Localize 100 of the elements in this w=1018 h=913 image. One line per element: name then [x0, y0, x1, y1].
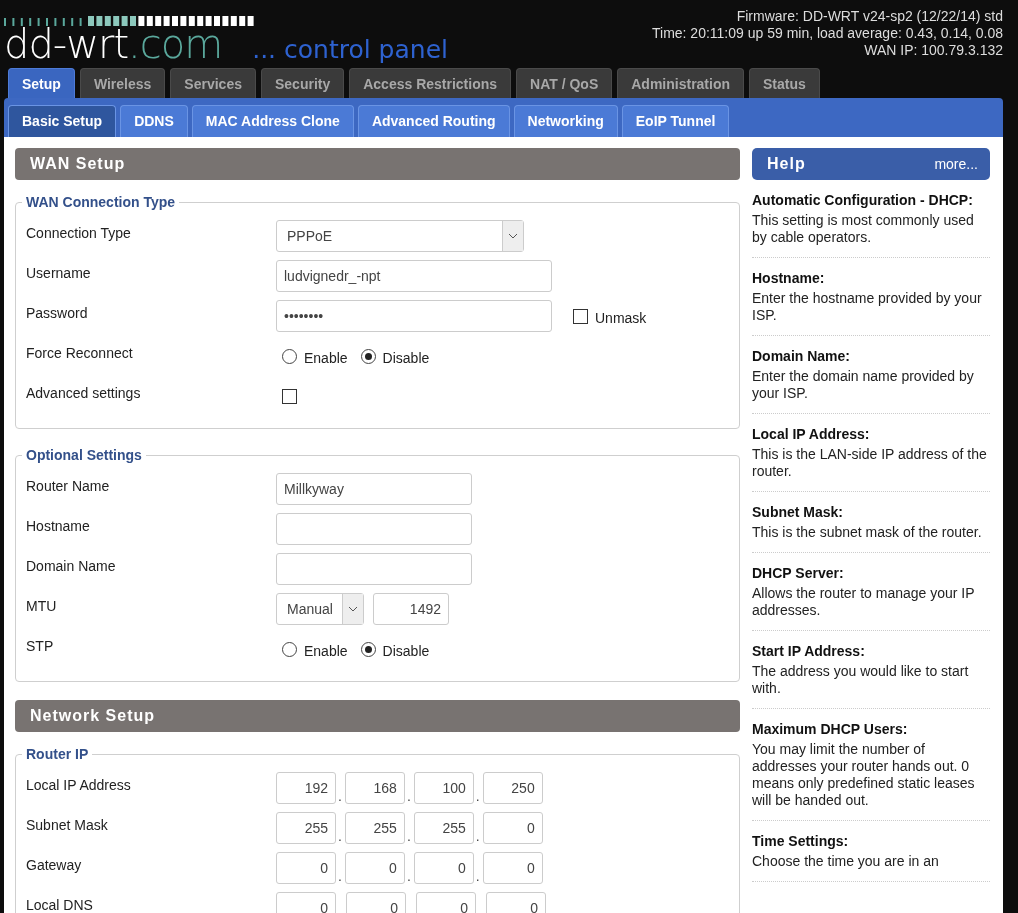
status-info: Time: 20:11:09 up 59 min, load average: 0.43, 0.14, 0.08: [652, 25, 1003, 42]
help-topic-title: DHCP Server:: [752, 565, 845, 581]
nav-tab[interactable]: NAT / QoS: [516, 68, 613, 98]
checkbox-label: Unmask: [595, 310, 647, 326]
ip-octet-field[interactable]: 0: [482, 852, 543, 884]
radio-button[interactable]: [360, 641, 376, 657]
ip-octet-field[interactable]: 0: [276, 892, 336, 913]
nav-tab[interactable]: Services: [170, 68, 256, 98]
ip-octet-field[interactable]: 255: [413, 812, 474, 844]
field-label: Local IP Address: [26, 777, 132, 793]
help-topic-text: The address you would like to start with.: [752, 663, 970, 697]
nav-tab[interactable]: Security: [260, 68, 345, 98]
help-topic-title: Domain Name:: [752, 348, 852, 364]
group-legend: Router IP: [22, 746, 93, 762]
radio-label: Disable: [382, 643, 430, 659]
ip-octet-field[interactable]: 168: [344, 772, 405, 804]
field-label: Gateway: [26, 857, 83, 873]
nav-tab[interactable]: Status: [749, 68, 820, 98]
dot-separator: .: [338, 828, 342, 844]
tagline: ... control panel: [252, 34, 448, 66]
dot-separator: .: [475, 828, 480, 844]
ip-octet-field[interactable]: 250: [482, 772, 543, 804]
ip-octet-field[interactable]: 192: [276, 772, 336, 804]
ip-octet-field[interactable]: 100: [413, 772, 474, 804]
field-label: Force Reconnect: [26, 345, 134, 361]
section-header: WAN Setup: [15, 148, 740, 180]
radio-label: Enable: [304, 643, 348, 659]
radio-button[interactable]: [282, 641, 297, 657]
group-legend: Optional Settings: [22, 447, 146, 463]
help-topic-title: Maximum DHCP Users:: [752, 721, 909, 737]
dot-separator: .: [338, 868, 342, 884]
radio-button[interactable]: [360, 348, 376, 364]
input-field[interactable]: Millkyway: [276, 473, 472, 505]
field-label: Username: [26, 265, 92, 281]
help-topic-title: Automatic Configuration - DHCP:: [752, 192, 974, 208]
more-link[interactable]: more...: [934, 156, 978, 172]
dot-separator: .: [406, 788, 411, 804]
dot-separator: .: [475, 868, 480, 884]
checkbox[interactable]: [282, 388, 297, 404]
help-topic-text: Enter the hostname provided by your ISP.: [752, 290, 983, 324]
field-label: Local DNS: [26, 897, 94, 913]
field-label: Router Name: [26, 478, 111, 494]
checkbox[interactable]: [573, 308, 588, 324]
sub-tab[interactable]: DDNS: [120, 105, 188, 137]
ip-octet-field[interactable]: 255: [276, 812, 336, 844]
nav-tab[interactable]: Setup: [8, 68, 75, 98]
help-topic-title: Local IP Address:: [752, 426, 871, 442]
logo: dd-wrt.com: [4, 22, 223, 66]
ip-octet-field[interactable]: 0: [344, 852, 405, 884]
field-label: Hostname: [26, 518, 91, 534]
dot-separator: .: [406, 828, 411, 844]
field-label: Advanced settings: [26, 385, 142, 401]
ip-octet-field[interactable]: 0: [482, 812, 543, 844]
help-topic-text: You may limit the number of addresses your router hands out. 0 means only predefined static leases will be handed out.: [752, 741, 976, 809]
caret-icon: [502, 221, 523, 251]
nav-tab[interactable]: Wireless: [79, 68, 166, 98]
field-label: MTU: [26, 598, 58, 614]
field-label: Connection Type: [26, 225, 132, 241]
input-field[interactable]: ludvignedr_-npt: [276, 260, 552, 292]
section-header: Network Setup: [15, 700, 740, 732]
ip-octet-field[interactable]: 0: [276, 852, 336, 884]
help-title: Help: [767, 155, 806, 173]
input-field[interactable]: 1492: [373, 593, 449, 625]
help-topic-text: Allows the router to manage your IP addresses.: [752, 585, 976, 619]
help-topic-text: Choose the time you are in an: [752, 853, 940, 870]
group-legend: WAN Connection Type: [22, 194, 180, 210]
password-field[interactable]: ••••••••: [276, 300, 552, 332]
ip-octet-field[interactable]: 0: [486, 892, 546, 913]
help-topic-title: Subnet Mask:: [752, 504, 844, 520]
radio-label: Disable: [382, 350, 430, 366]
sub-tab[interactable]: EoIP Tunnel: [621, 105, 730, 137]
status-info: WAN IP: 100.79.3.132: [864, 42, 1003, 59]
sub-tab[interactable]: Networking: [513, 105, 618, 137]
ip-octet-field[interactable]: 0: [416, 892, 476, 913]
help-topic-title: Hostname:: [752, 270, 826, 286]
status-info: Firmware: DD-WRT v24-sp2 (12/22/14) std: [736, 8, 1003, 25]
nav-tab[interactable]: Access Restrictions: [349, 68, 512, 98]
dot-separator: .: [406, 868, 411, 884]
help-topic-title: Start IP Address:: [752, 643, 866, 659]
ip-octet-field[interactable]: 0: [346, 892, 406, 913]
help-topic-text: This setting is most commonly used by cable operators.: [752, 212, 975, 246]
input-field[interactable]: [276, 513, 472, 545]
help-topic-text: This is the LAN-side IP address of the router.: [752, 446, 988, 480]
sub-tab[interactable]: Basic Setup: [8, 105, 117, 137]
nav-tab[interactable]: Administration: [617, 68, 745, 98]
sub-tab[interactable]: MAC Address Clone: [191, 105, 354, 137]
select-field[interactable]: Manual: [276, 593, 364, 625]
field-label: Domain Name: [26, 558, 117, 574]
dot-separator: .: [475, 788, 480, 804]
select-field[interactable]: PPPoE: [276, 220, 524, 252]
field-label: Subnet Mask: [26, 817, 109, 833]
help-topic-title: Time Settings:: [752, 833, 850, 849]
help-topic-text: This is the subnet mask of the router.: [752, 524, 983, 541]
input-field[interactable]: [276, 553, 472, 585]
caret-icon: [342, 594, 363, 624]
radio-button[interactable]: [282, 348, 297, 364]
ip-octet-field[interactable]: 0: [413, 852, 474, 884]
sub-tab[interactable]: Advanced Routing: [357, 105, 510, 137]
dot-separator: .: [338, 788, 342, 804]
ip-octet-field[interactable]: 255: [344, 812, 405, 844]
